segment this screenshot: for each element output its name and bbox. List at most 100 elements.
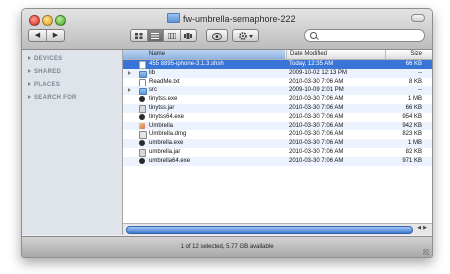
disclosure-triangle-icon[interactable] — [128, 70, 131, 75]
search-icon — [310, 32, 317, 39]
file-row[interactable]: umbrella64.exe 2010-03-30 7:06 AM 971 KB — [123, 156, 432, 166]
file-rows: 455 8895-iphone-3.1.3.shsh Today, 12:35 A… — [123, 60, 432, 166]
disclosure-triangle-icon — [28, 69, 31, 73]
file-size: -- — [418, 87, 422, 94]
file-name: tinytss64.exe — [149, 113, 185, 120]
sidebar-section-search-for[interactable]: SEARCH FOR — [28, 95, 77, 101]
minimize-window-button[interactable] — [42, 15, 53, 26]
gear-icon — [238, 32, 253, 40]
close-window-button[interactable] — [29, 15, 40, 26]
file-size: -- — [418, 69, 422, 76]
action-menu-button[interactable] — [232, 29, 259, 42]
file-size: 8 KB — [408, 78, 422, 85]
file-row[interactable]: umbrella.jar 2010-03-30 7:06 AM 82 KB — [123, 148, 432, 157]
column-view-button[interactable] — [163, 30, 180, 41]
horizontal-scrollbar[interactable]: ◀▶ — [123, 223, 432, 235]
cover-flow-icon — [184, 32, 193, 39]
file-name: src — [149, 87, 157, 94]
sidebar-section-label: DEVICES — [34, 56, 63, 62]
file-size: 954 KB — [402, 113, 422, 120]
exe-file-icon — [139, 157, 145, 164]
file-date: 2010-03-30 7:06 AM — [289, 78, 344, 85]
search-field[interactable] — [304, 29, 425, 42]
file-row[interactable]: tinytss.jar 2010-03-30 7:06 AM 66 KB — [123, 103, 432, 113]
file-date: 2010-03-30 7:06 AM — [289, 96, 344, 103]
file-row[interactable]: lib 2009-10-02 12:13 PM -- — [123, 68, 432, 78]
exe-file-icon — [139, 113, 145, 120]
file-row[interactable]: umbrella.exe 2010-03-30 7:06 AM 1 MB — [123, 139, 432, 148]
file-name: 455 8895-iphone-3.1.3.shsh — [149, 61, 224, 67]
eye-icon — [212, 33, 222, 40]
column-view-icon — [167, 32, 176, 39]
file-date: 2010-03-30 7:06 AM — [289, 104, 344, 111]
file-row[interactable]: ReadMe.txt 2010-03-30 7:06 AM 8 KB — [123, 78, 432, 87]
quick-look-button[interactable] — [206, 29, 228, 42]
file-name: tinytss.jar — [149, 104, 175, 111]
file-date: 2010-03-30 7:06 AM — [289, 131, 344, 138]
date-column-header[interactable]: Date Modified — [286, 50, 384, 59]
icon-view-icon — [134, 32, 143, 39]
sidebar-section-label: SEARCH FOR — [34, 95, 77, 101]
disclosure-triangle-icon — [28, 82, 31, 86]
file-date: 2010-03-30 7:06 AM — [289, 157, 344, 164]
window-title-text: fw-umbrella-semaphore-222 — [183, 14, 296, 24]
file-name: Umbrella.dmg — [149, 131, 187, 138]
file-name: lib — [149, 69, 156, 76]
sidebar-section-places[interactable]: PLACES — [28, 82, 60, 88]
file-row[interactable]: tinytss64.exe 2010-03-30 7:06 AM 954 KB — [123, 113, 432, 122]
dmg-file-icon — [139, 131, 147, 140]
exe-file-icon — [139, 140, 145, 147]
file-row[interactable]: src 2009-10-09 2:01 PM -- — [123, 86, 432, 96]
sidebar-section-label: PLACES — [34, 82, 61, 88]
file-size: 1 MB — [407, 140, 422, 147]
file-date: 2009-10-02 12:13 PM — [289, 69, 348, 76]
name-column-header[interactable]: Name — [123, 50, 285, 59]
window-title: fw-umbrella-semaphore-222 — [167, 13, 296, 25]
file-size: 66 KB — [405, 104, 422, 111]
file-row[interactable]: 455 8895-iphone-3.1.3.shsh Today, 12:35 A… — [123, 60, 432, 69]
sidebar-section-devices[interactable]: DEVICES — [28, 56, 62, 62]
file-name: ReadMe.txt — [149, 78, 180, 85]
file-date: 2010-03-30 7:06 AM — [289, 148, 344, 155]
scrollbar-thumb[interactable] — [126, 226, 413, 234]
status-bar: 1 of 12 selected, 5.77 GB available — [22, 236, 432, 257]
sidebar-section-shared[interactable]: SHARED — [28, 69, 61, 75]
title-bar: fw-umbrella-semaphore-222 ◀ ▶ — [22, 9, 432, 50]
cover-flow-button[interactable] — [179, 30, 197, 41]
shsh-file-icon — [139, 61, 146, 69]
finder-window: fw-umbrella-semaphore-222 ◀ ▶ DEVICES SH… — [21, 8, 433, 258]
file-size: 66 KB — [405, 61, 422, 67]
file-row[interactable]: Umbrella.dmg 2010-03-30 7:06 AM 823 KB — [123, 130, 432, 140]
file-size: 823 KB — [402, 131, 422, 138]
exe-file-icon — [139, 96, 145, 103]
disclosure-triangle-icon — [28, 95, 31, 99]
file-row[interactable]: tinytss.exe 2010-03-30 7:06 AM 1 MB — [123, 95, 432, 104]
list-view-icon — [151, 32, 160, 39]
list-view-button[interactable] — [146, 30, 163, 41]
file-date: 2010-03-30 7:06 AM — [289, 140, 344, 147]
file-list: Name Date Modified Size 455 8895-iphone-… — [123, 50, 432, 235]
file-name: tinytss.exe — [149, 96, 178, 103]
scroll-arrows[interactable]: ◀▶ — [417, 225, 429, 231]
file-date: 2009-10-09 2:01 PM — [289, 87, 344, 94]
column-header: Name Date Modified Size — [123, 50, 432, 60]
icon-view-button[interactable] — [131, 30, 147, 41]
size-column-header[interactable]: Size — [385, 50, 432, 59]
status-text: 1 of 12 selected, 5.77 GB available — [180, 244, 274, 250]
forward-button[interactable]: ▶ — [46, 30, 64, 41]
file-date: Today, 12:35 AM — [289, 61, 334, 67]
file-row[interactable]: Umbrella 2010-03-30 7:06 AM 942 KB — [123, 121, 432, 131]
file-size: 82 KB — [405, 148, 422, 155]
file-name: umbrella.jar — [149, 148, 181, 155]
resize-handle[interactable] — [423, 249, 429, 255]
view-mode-group — [130, 29, 197, 42]
doc-file-icon — [139, 78, 146, 87]
jar-file-icon — [139, 104, 146, 113]
zoom-window-button[interactable] — [55, 15, 66, 26]
back-button[interactable]: ◀ — [29, 30, 46, 41]
disclosure-triangle-icon[interactable] — [128, 88, 131, 93]
jar-file-icon — [139, 148, 146, 157]
file-name: Umbrella — [149, 122, 174, 129]
toolbar-toggle-button[interactable] — [411, 14, 425, 22]
file-size: 971 KB — [402, 157, 422, 164]
